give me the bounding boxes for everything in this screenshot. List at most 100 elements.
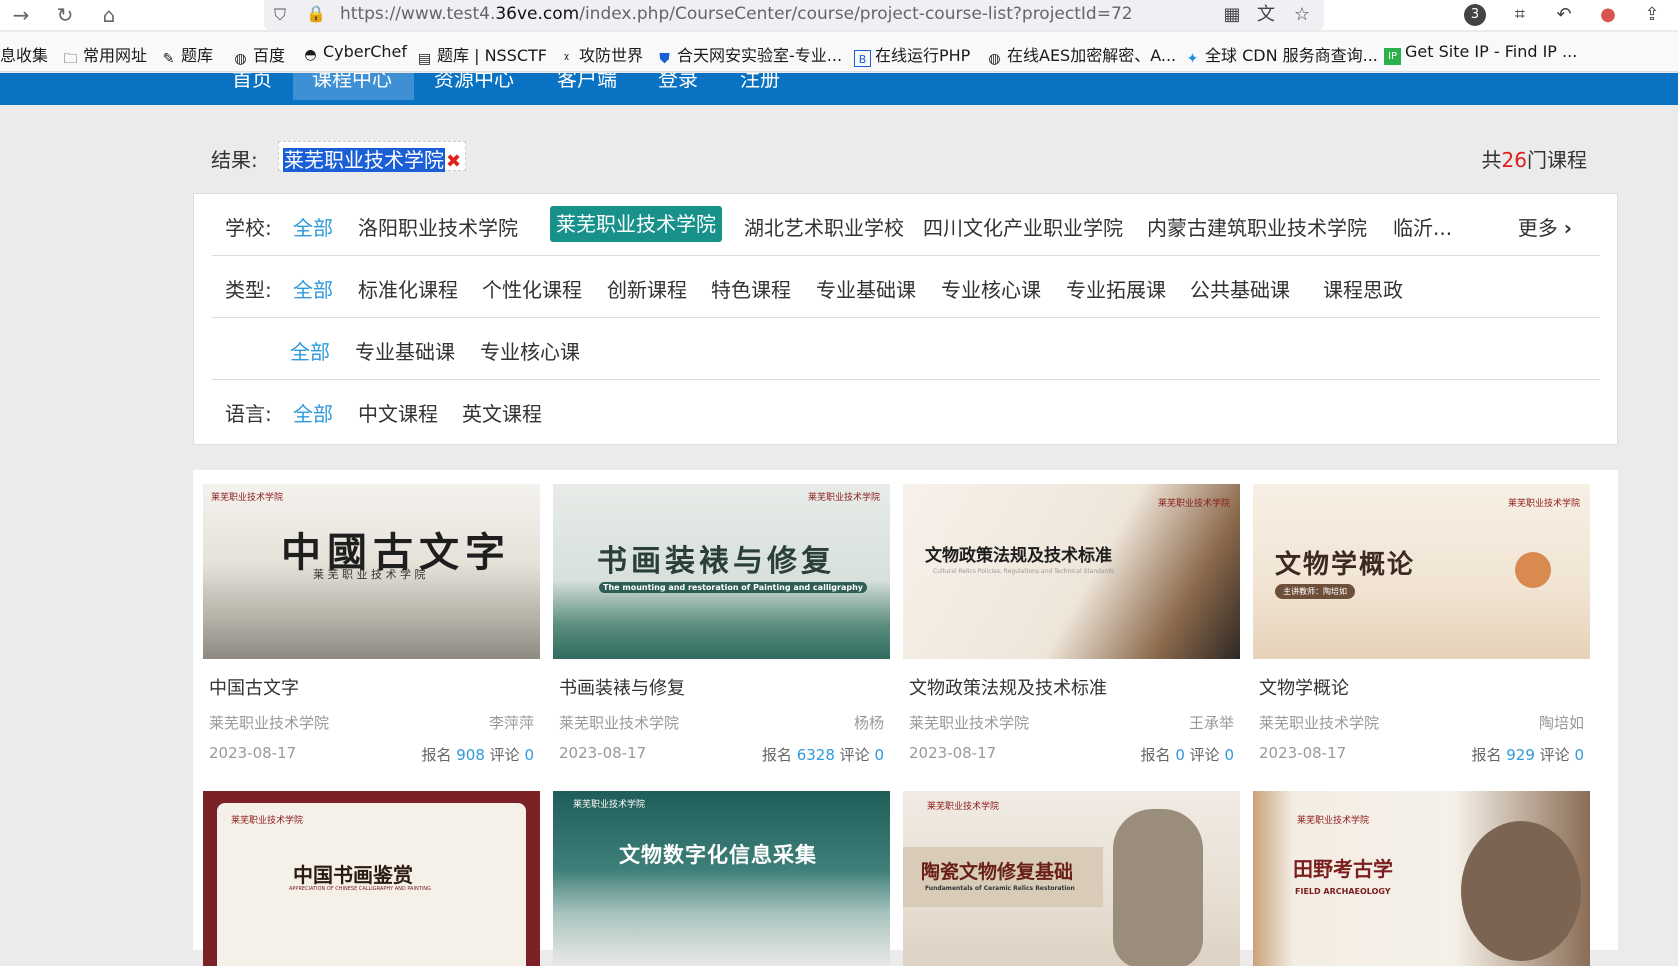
bookmark-star-icon[interactable]: ☆ [1290,3,1314,27]
bookmark-item[interactable]: ✦ 全球 CDN 服务商查询... [1184,42,1378,68]
bookmark-item[interactable]: ◓ CyberChef [302,42,407,64]
course-date: 2023-08-17 [909,744,997,762]
bookmark-item[interactable]: 息收集 [0,42,48,66]
language-option[interactable]: 中文课程 [358,398,438,427]
bookmark-item[interactable]: B 在线运行PHP [854,42,970,67]
type-option-all[interactable]: 全部 [293,274,333,303]
course-title[interactable]: 文物政策法规及技术标准 [909,674,1107,700]
nav-client[interactable]: 客户端 [557,73,617,92]
filter-label-school: 学校: [225,216,272,240]
language-option-all[interactable]: 全部 [293,398,333,427]
chef-icon: ◓ [304,47,317,63]
course-thumbnail[interactable]: 莱芜职业技术学院 田野考古学 FIELD ARCHAEOLOGY [1253,791,1590,966]
bookmark-item[interactable]: ▤ 题库 | NSSCTF [416,42,547,68]
subtype-option-all[interactable]: 全部 [290,336,330,365]
type-option[interactable]: 专业基础课 [816,274,916,303]
course-thumbnail[interactable]: 莱芜职业技术学院 陶瓷文物修复基础 Fundamentals of Cerami… [903,791,1240,966]
nav-login[interactable]: 登录 [658,73,698,92]
course-card[interactable]: 莱芜职业技术学院 文物政策法规及技术标准 Cultural Relics Pol… [903,484,1240,764]
course-card[interactable]: 莱芜职业技术学院 陶瓷文物修复基础 Fundamentals of Cerami… [903,791,1240,966]
course-school: 莱芜职业技术学院 [209,714,330,732]
globe-icon: ◍ [234,51,247,67]
vase-image [1113,809,1203,966]
course-thumbnail[interactable]: 莱芜职业技术学院 书画装裱与修复 The mounting and restor… [553,484,890,659]
course-title[interactable]: 中国古文字 [209,674,299,700]
course-count: 共26门课程 [1481,148,1587,172]
bookmark-item[interactable]: ⛊ 合天网安实验室-专业... [656,42,842,68]
type-option[interactable]: 个性化课程 [482,274,582,303]
more-schools-button[interactable]: 更多 › [1518,212,1572,241]
school-logo: 莱芜职业技术学院 [807,493,880,503]
translate-icon[interactable]: 文 [1254,3,1278,27]
school-option[interactable]: 四川文化产业职业学院 [923,212,1123,241]
bookmarks-bar: 息收集 🗀 常用网址 ✎ 题库 ◍ 百度 ◓ CyberChef ▤ 题库 | NSSCT… [0,32,1678,72]
type-option[interactable]: 专业拓展课 [1066,274,1166,303]
type-option[interactable]: 标准化课程 [358,274,458,303]
school-option[interactable]: 临沂... [1393,212,1452,241]
bookmark-item[interactable]: IP Get Site IP - Find IP ... [1384,42,1577,65]
school-option-all[interactable]: 全部 [293,212,333,241]
qr-code-icon[interactable]: ▦ [1220,3,1244,27]
nav-home[interactable]: 首页 [232,73,272,92]
school-logo: 莱芜职业技术学院 [1507,499,1580,509]
type-option[interactable]: 特色课程 [711,274,791,303]
site-icon: ✎ [162,51,175,67]
course-school: 莱芜职业技术学院 [1259,714,1380,732]
course-card[interactable]: 莱芜职业技术学院 田野考古学 FIELD ARCHAEOLOGY [1253,791,1590,966]
course-thumbnail[interactable]: 莱芜职业技术学院 文物学概论 主讲教师：陶培如 [1253,484,1590,659]
result-tag-text: 莱芜职业技术学院 [283,148,445,172]
course-date: 2023-08-17 [209,744,297,762]
type-option[interactable]: 专业核心课 [941,274,1041,303]
course-card[interactable]: 莱芜职业技术学院 文物学概论 主讲教师：陶培如 文物学概论 莱芜职业技术学院 陶… [1253,484,1590,764]
school-option[interactable]: 湖北艺术职业学校 [744,212,904,241]
reload-icon[interactable]: ↻ [52,2,78,28]
ip-icon: IP [1384,48,1401,65]
subtype-option[interactable]: 专业核心课 [480,336,580,365]
nav-course-center[interactable]: 课程中心 [312,73,392,92]
course-thumbnail[interactable]: 莱芜职业技术学院 中国书画鉴赏 APPRECIATION OF CHINESE … [203,791,540,966]
forward-icon[interactable]: → [8,2,34,28]
url-text[interactable]: https://www.test4.36ve.com/index.php/Cou… [340,4,1133,24]
course-card[interactable]: 莱芜职业技术学院 中國古文字 莱 芜 职 业 技 术 学 院 中国古文字 莱芜职… [203,484,540,764]
school-option[interactable]: 内蒙古建筑职业技术学院 [1147,212,1367,241]
bookmark-item[interactable]: ᵡ 攻防世界 [558,42,643,68]
course-card[interactable]: 莱芜职业技术学院 中国书画鉴赏 APPRECIATION OF CHINESE … [203,791,540,966]
type-option[interactable]: 创新课程 [607,274,687,303]
course-thumbnail[interactable]: 莱芜职业技术学院 文物政策法规及技术标准 Cultural Relics Pol… [903,484,1240,659]
course-card[interactable]: 莱芜职业技术学院 文物数字化信息采集 [553,791,890,966]
course-thumbnail[interactable]: 莱芜职业技术学院 中國古文字 莱 芜 职 业 技 术 学 院 [203,484,540,659]
course-title[interactable]: 书画装裱与修复 [559,674,685,700]
subtype-option[interactable]: 专业基础课 [355,336,455,365]
sun-decoration [1515,552,1551,588]
type-option[interactable]: 课程思政 [1323,274,1403,303]
remove-filter-icon[interactable]: ✖ [446,151,461,172]
course-card[interactable]: 莱芜职业技术学院 书画装裱与修复 The mounting and restor… [553,484,890,764]
nav-register[interactable]: 注册 [740,73,780,92]
extensions-badge[interactable]: 3 [1464,4,1486,26]
extension-icon[interactable]: ● [1596,3,1620,27]
course-date: 2023-08-17 [559,744,647,762]
bookmark-item[interactable]: ✎ 题库 [160,42,213,68]
language-option[interactable]: 英文课程 [462,398,542,427]
home-icon[interactable]: ⌂ [96,2,122,28]
bookmark-item[interactable]: ◍ 百度 [232,42,285,68]
bookmark-item[interactable]: ◍ 在线AES加密解密、A... [986,42,1176,68]
lock-icon[interactable]: 🔒 [306,4,326,23]
undo-icon[interactable]: ↶ [1552,3,1576,27]
filter-row-school: 学校: 全部 洛阳职业技术学院 莱芜职业技术学院 湖北艺术职业学校 四川文化产业… [212,194,1600,256]
cdn-icon: ✦ [1186,51,1199,67]
shield-icon[interactable]: ⛉ [274,5,286,25]
type-option[interactable]: 公共基础课 [1190,274,1290,303]
school-option[interactable]: 洛阳职业技术学院 [358,212,518,241]
school-option-selected[interactable]: 莱芜职业技术学院 [550,206,722,242]
course-teacher: 王承举 [1188,714,1234,732]
bookmark-item[interactable]: 🗀 常用网址 [62,42,148,68]
share-icon[interactable]: ⇪ [1640,3,1664,27]
course-thumbnail[interactable]: 莱芜职业技术学院 文物数字化信息采集 [553,791,890,966]
chevron-right-icon: › [1563,216,1572,240]
course-title[interactable]: 文物学概论 [1259,674,1349,700]
crop-icon[interactable]: ⌗ [1508,3,1532,27]
course-stats: 报名 6328 评论 0 [761,746,884,764]
school-logo: 莱芜职业技术学院 [211,493,284,503]
nav-resource-center[interactable]: 资源中心 [434,73,514,92]
